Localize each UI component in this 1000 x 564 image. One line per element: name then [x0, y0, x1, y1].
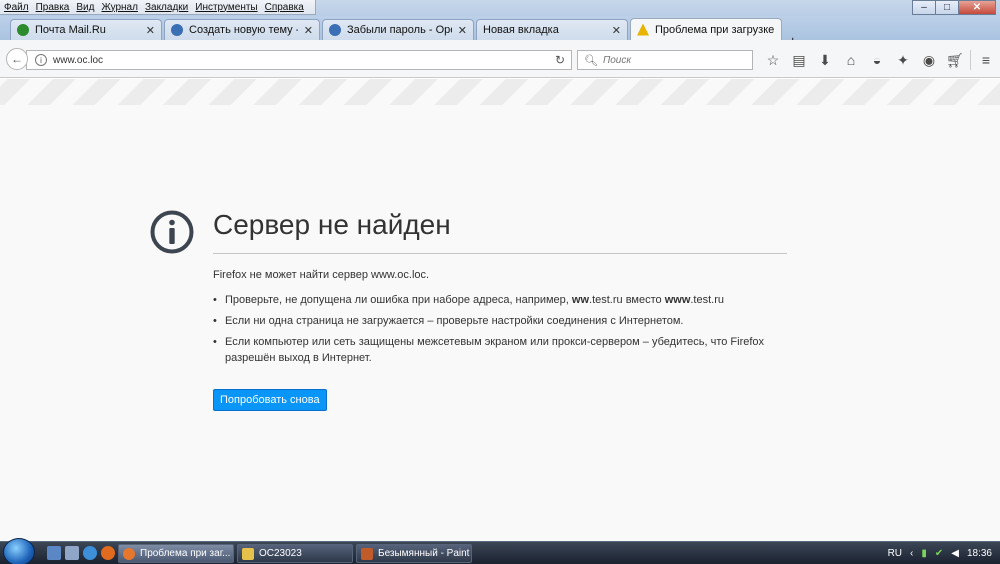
- site-info-icon[interactable]: i: [35, 54, 47, 66]
- toolbar-separator: [970, 50, 971, 70]
- clock[interactable]: 18:36: [967, 548, 992, 559]
- task-label: Проблема при заг...: [140, 548, 231, 559]
- tab-create-topic[interactable]: Создать новую тему - Op... ✕: [164, 19, 320, 40]
- tab-close-icon[interactable]: ✕: [612, 24, 621, 37]
- firefox-icon: [123, 547, 135, 560]
- volume-icon[interactable]: ◀: [951, 548, 959, 559]
- tab-label: Создать новую тему - Op...: [189, 24, 298, 36]
- list-item-bold: www: [664, 294, 691, 306]
- globe-favicon-icon: [329, 24, 341, 36]
- tray-expand-icon[interactable]: ‹: [910, 548, 913, 559]
- cart-icon[interactable]: 🛒︎: [942, 50, 968, 70]
- list-item: Проверьте, не допущена ли ошибка при наб…: [213, 292, 788, 308]
- folder-icon: [242, 547, 254, 560]
- globe-favicon-icon: [171, 24, 183, 36]
- page-title: Сервер не найден: [213, 209, 451, 240]
- tab-close-icon[interactable]: ✕: [146, 24, 155, 37]
- try-again-button[interactable]: Попробовать снова: [213, 389, 327, 411]
- list-item: Если ни одна страница не загружается – п…: [213, 313, 788, 329]
- addon-icon[interactable]: ◉: [916, 50, 942, 70]
- window-controls: – □ ✕: [912, 0, 996, 15]
- list-item-text: .test.ru вместо: [589, 294, 662, 306]
- back-button[interactable]: ←: [6, 48, 28, 70]
- list-item: Если компьютер или сеть защищены межсете…: [213, 334, 788, 366]
- hamburger-menu-icon[interactable]: ≡: [973, 50, 999, 70]
- taskbar-item-folder[interactable]: OC23023: [237, 544, 353, 563]
- language-indicator[interactable]: RU: [888, 548, 902, 559]
- internet-explorer-icon[interactable]: [83, 546, 97, 560]
- menu-help[interactable]: Справка: [265, 2, 304, 13]
- taskbar-item-paint[interactable]: Безымянный - Paint: [356, 544, 472, 563]
- error-page-stripes: [0, 79, 1000, 105]
- list-item-text: .test.ru: [690, 294, 724, 306]
- url-bar[interactable]: i www.oc.loc ↻: [26, 50, 572, 70]
- back-arrow-icon: ←: [11, 52, 23, 66]
- search-icon: 🔍︎: [584, 54, 598, 67]
- extension-icon[interactable]: ✦: [890, 50, 916, 70]
- menu-group: Файл Правка Вид Журнал Закладки Инструме…: [0, 0, 316, 15]
- reload-icon[interactable]: ↻: [555, 53, 565, 67]
- menu-bookmarks[interactable]: Закладки: [145, 2, 188, 13]
- navigation-bar: i www.oc.loc ↻ ← 🔍︎ ☆ ▤ ⬇ ⌂ ◒ ✦ ◉ 🛒︎ ≡: [0, 40, 1000, 78]
- toolbar-icons: ☆ ▤ ⬇ ⌂ ◒ ✦ ◉ 🛒︎ ≡: [760, 50, 999, 70]
- tab-forgot-password[interactable]: Забыли пароль - OpenCa... ✕: [322, 19, 474, 40]
- menu-view[interactable]: Вид: [76, 2, 94, 13]
- home-icon[interactable]: ⌂: [838, 50, 864, 70]
- task-label: OC23023: [259, 548, 302, 559]
- warning-icon: [637, 23, 649, 36]
- menu-bar: Файл Правка Вид Журнал Закладки Инструме…: [0, 0, 1000, 16]
- tab-label: Забыли пароль - OpenCa...: [347, 24, 452, 36]
- pocket-icon[interactable]: ◒: [864, 50, 890, 70]
- search-input[interactable]: [602, 54, 743, 66]
- tab-close-icon[interactable]: ✕: [458, 24, 467, 37]
- bookmarks-list-icon[interactable]: ▤: [786, 50, 812, 70]
- suggestions-list: Проверьте, не допущена ли ошибка при наб…: [213, 292, 788, 371]
- download-icon[interactable]: ⬇: [812, 50, 838, 70]
- taskbar-item-firefox[interactable]: Проблема при заг...: [118, 544, 234, 563]
- menu-file[interactable]: Файл: [4, 2, 29, 13]
- taskbar: Проблема при заг... OC23023 Безымянный -…: [0, 538, 1000, 564]
- tab-new[interactable]: Новая вкладка ✕: [476, 19, 628, 40]
- bookmark-star-icon[interactable]: ☆: [760, 50, 786, 70]
- tab-label: Почта Mail.Ru: [35, 24, 106, 36]
- network-icon[interactable]: ▮: [921, 548, 927, 559]
- error-page: Сервер не найден Firefox не может найти …: [0, 105, 1000, 541]
- switch-windows-icon[interactable]: [65, 546, 79, 560]
- tab-label: Проблема при загрузке с...: [655, 23, 775, 36]
- minimize-button[interactable]: –: [912, 0, 936, 15]
- system-tray: RU ‹ ▮ ✔ ◀ 18:36: [888, 542, 1000, 564]
- search-bar[interactable]: 🔍︎: [577, 50, 753, 70]
- paint-icon: [361, 547, 373, 560]
- task-label: Безымянный - Paint: [378, 548, 470, 559]
- close-window-button[interactable]: ✕: [958, 0, 996, 15]
- start-button[interactable]: [3, 538, 35, 564]
- list-item-text: Проверьте, не допущена ли ошибка при наб…: [225, 294, 569, 306]
- maximize-button[interactable]: □: [935, 0, 959, 15]
- tab-error-active[interactable]: Проблема при загрузке с...: [630, 18, 782, 40]
- list-item-bold: ww: [571, 294, 590, 306]
- menu-tools[interactable]: Инструменты: [195, 2, 257, 13]
- info-icon: [150, 210, 194, 254]
- tab-strip: Почта Mail.Ru ✕ Создать новую тему - Op.…: [0, 16, 1000, 51]
- firefox-quicklaunch-icon[interactable]: [101, 546, 115, 560]
- url-text[interactable]: www.oc.loc: [53, 55, 103, 66]
- action-center-icon[interactable]: ✔: [935, 548, 943, 559]
- error-description: Firefox не может найти сервер www.oc.loc…: [213, 269, 430, 281]
- menu-history[interactable]: Журнал: [101, 2, 138, 13]
- tab-close-icon[interactable]: ✕: [304, 24, 313, 37]
- mail-favicon-icon: [17, 24, 29, 36]
- title-divider: [213, 253, 787, 254]
- menu-edit[interactable]: Правка: [36, 2, 70, 13]
- tab-mail[interactable]: Почта Mail.Ru ✕: [10, 19, 162, 40]
- show-desktop-icon[interactable]: [47, 546, 61, 560]
- tab-label: Новая вкладка: [483, 24, 559, 36]
